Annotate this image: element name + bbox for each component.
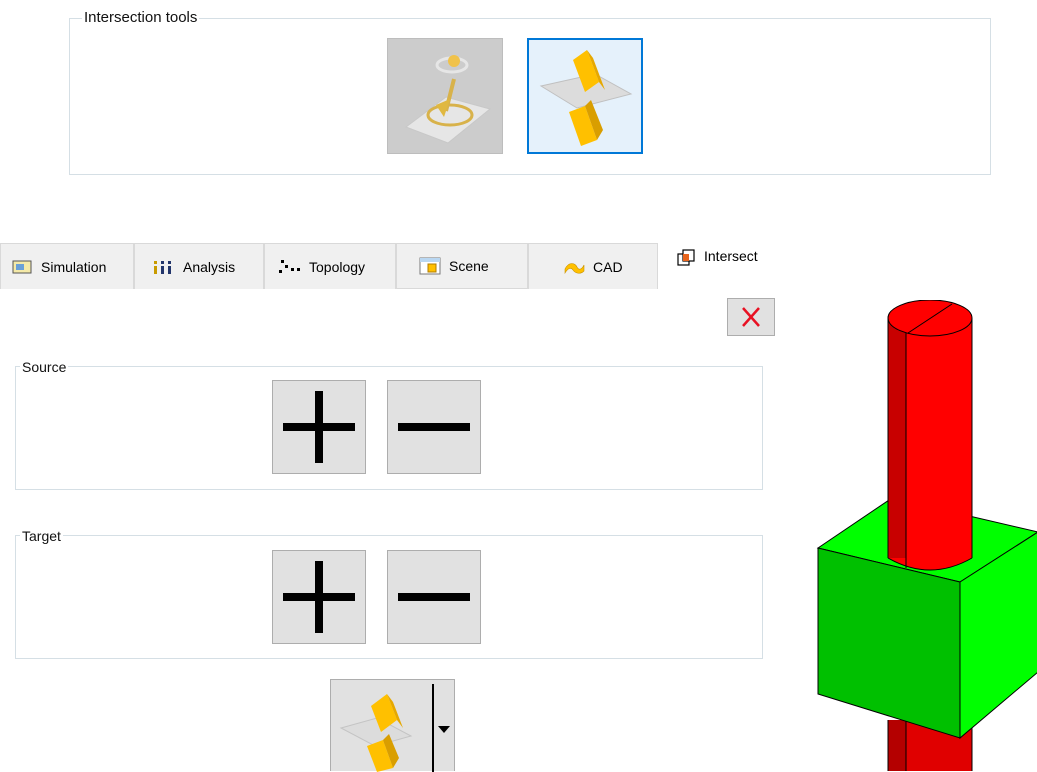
project-point-tool-button[interactable]: [387, 38, 503, 154]
tab-simulation-label: Simulation: [41, 258, 107, 275]
source-title: Source: [20, 358, 69, 376]
tab-scene-label: Scene: [449, 258, 489, 274]
intersect-planes-icon: [339, 694, 413, 772]
tab-topology-label: Topology: [309, 258, 366, 275]
tab-cad-label: CAD: [593, 258, 623, 275]
scene-icon: [419, 257, 441, 275]
intersect-planes-icon: [539, 50, 633, 146]
intersection-tools-title: Intersection tools: [82, 9, 200, 27]
plus-icon: [283, 561, 355, 633]
source-remove-button[interactable]: [387, 380, 481, 474]
tab-intersect-label: Intersect: [704, 248, 758, 264]
cad-icon: [564, 262, 585, 274]
intersect-icon: [677, 249, 695, 266]
intersect-planes-tool-button[interactable]: [527, 38, 643, 154]
plus-icon: [283, 391, 355, 463]
target-add-button[interactable]: [272, 550, 366, 644]
project-point-icon: [404, 55, 492, 144]
simulation-icon: [12, 260, 32, 273]
tab-topology[interactable]: Topology: [264, 243, 396, 289]
tab-intersect[interactable]: Intersect: [658, 240, 788, 286]
target-title: Target: [20, 527, 63, 545]
tab-simulation[interactable]: Simulation: [0, 243, 134, 289]
tab-cad[interactable]: CAD: [528, 243, 658, 289]
analysis-icon: [154, 260, 171, 274]
close-button[interactable]: [727, 298, 775, 336]
chevron-down-icon[interactable]: [437, 725, 451, 735]
viewport-3d[interactable]: [800, 300, 1037, 771]
cylinder: [887, 300, 973, 571]
tab-analysis-label: Analysis: [183, 258, 236, 275]
minus-icon: [398, 423, 470, 431]
tab-scene[interactable]: Scene: [396, 243, 528, 289]
target-remove-button[interactable]: [387, 550, 481, 644]
tab-analysis[interactable]: Analysis: [134, 243, 264, 289]
close-icon: [742, 307, 760, 327]
topology-icon: [279, 259, 300, 273]
minus-icon: [398, 593, 470, 601]
split-divider: [432, 684, 434, 772]
intersect-split-button[interactable]: [330, 679, 455, 772]
source-add-button[interactable]: [272, 380, 366, 474]
